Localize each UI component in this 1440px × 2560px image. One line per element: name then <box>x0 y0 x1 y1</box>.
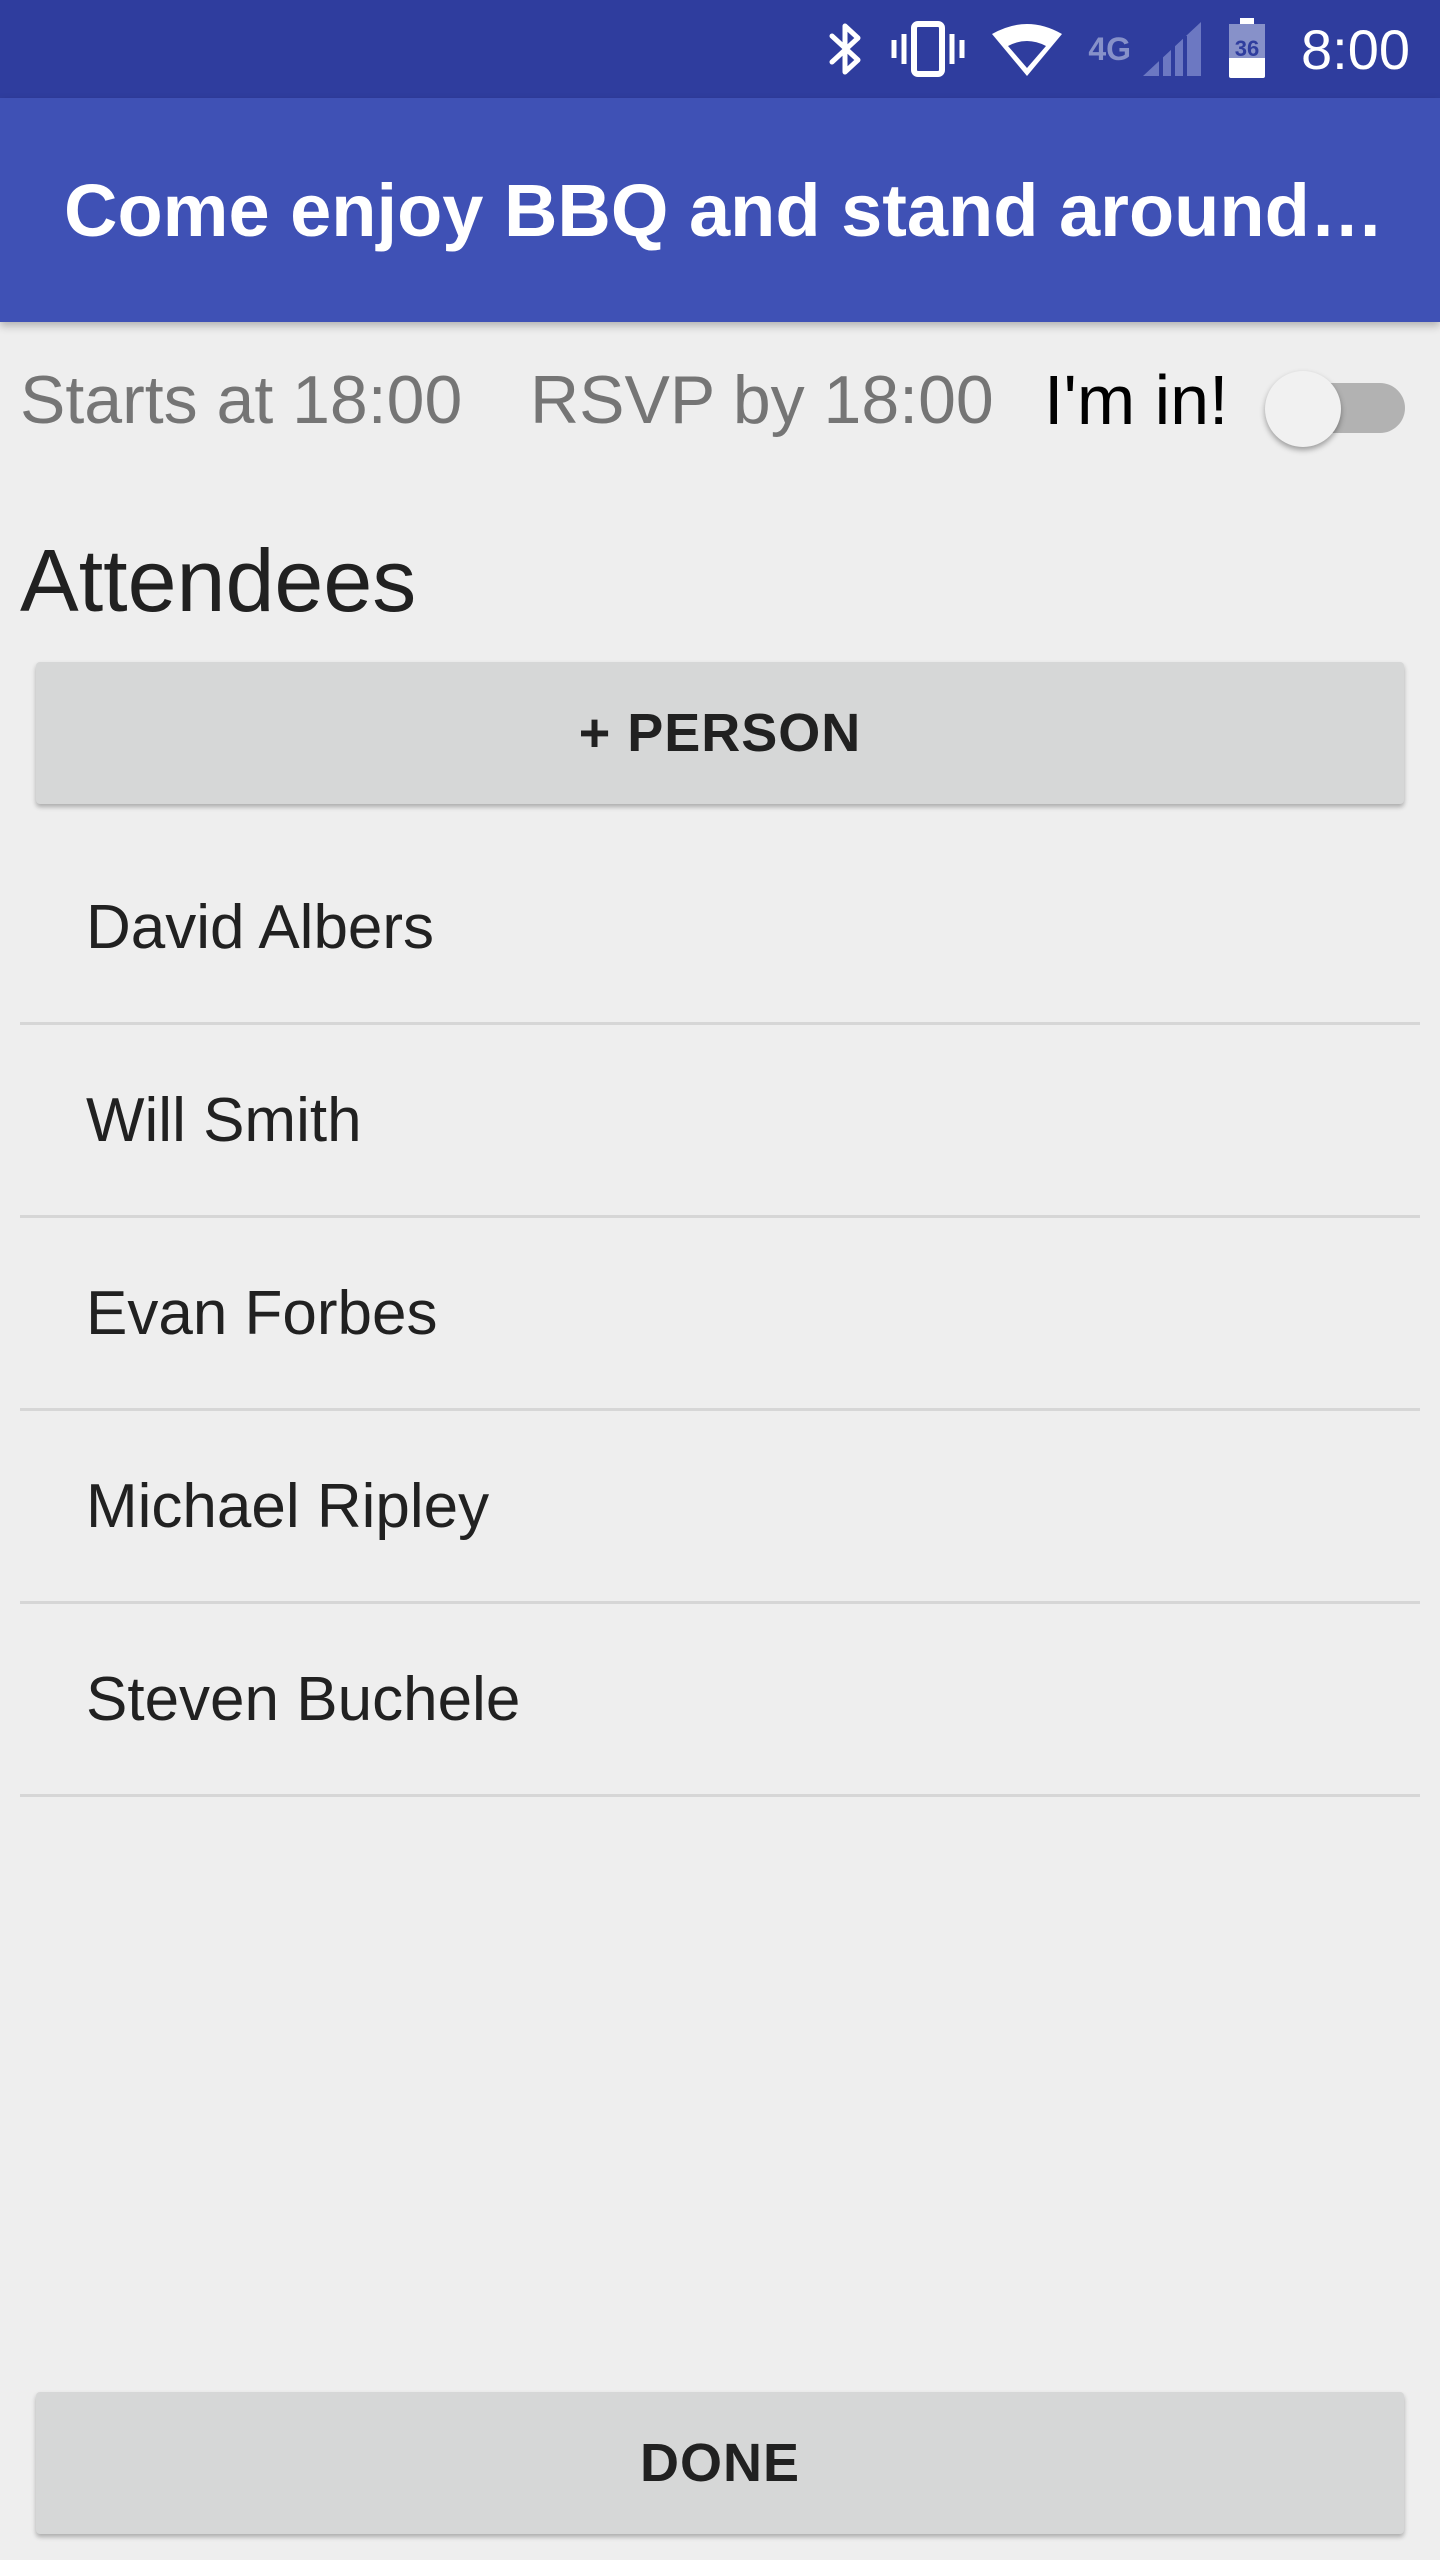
list-item[interactable]: Steven Buchele <box>20 1604 1420 1797</box>
network-type-label: 4G <box>1088 31 1131 67</box>
signal-icon <box>1141 20 1203 78</box>
wifi-icon <box>990 20 1064 78</box>
event-info-row: Starts at 18:00 RSVP by 18:00 I'm in! <box>20 350 1420 450</box>
list-item[interactable]: David Albers <box>20 832 1420 1025</box>
toggle-thumb <box>1265 371 1341 447</box>
battery-icon: 36 <box>1227 18 1267 80</box>
done-button[interactable]: DONE <box>36 2392 1404 2534</box>
add-person-button[interactable]: + PERSON <box>36 662 1404 804</box>
status-time: 8:00 <box>1301 17 1410 81</box>
vibrate-icon <box>890 20 966 78</box>
list-item[interactable]: Michael Ripley <box>20 1411 1420 1604</box>
start-time-text: Starts at 18:00 <box>20 362 463 438</box>
status-icons: 4G 36 8:00 <box>826 0 1410 98</box>
status-bar: 4G 36 8:00 <box>0 0 1440 98</box>
bluetooth-icon <box>826 20 866 78</box>
attendee-list: David Albers Will Smith Evan Forbes Mich… <box>20 832 1420 1797</box>
battery-level: 36 <box>1234 36 1260 61</box>
attendees-heading: Attendees <box>20 531 417 630</box>
lte-icon: 4G <box>1088 33 1131 65</box>
app-bar: Come enjoy BBQ and stand around… <box>0 98 1440 322</box>
list-item[interactable]: Evan Forbes <box>20 1218 1420 1411</box>
rsvp-deadline-text: RSVP by 18:00 <box>530 362 994 438</box>
list-item[interactable]: Will Smith <box>20 1025 1420 1218</box>
im-in-label: I'm in! <box>1044 361 1229 439</box>
im-in-toggle[interactable] <box>1265 368 1405 447</box>
page-title: Come enjoy BBQ and stand around… <box>64 168 1384 252</box>
